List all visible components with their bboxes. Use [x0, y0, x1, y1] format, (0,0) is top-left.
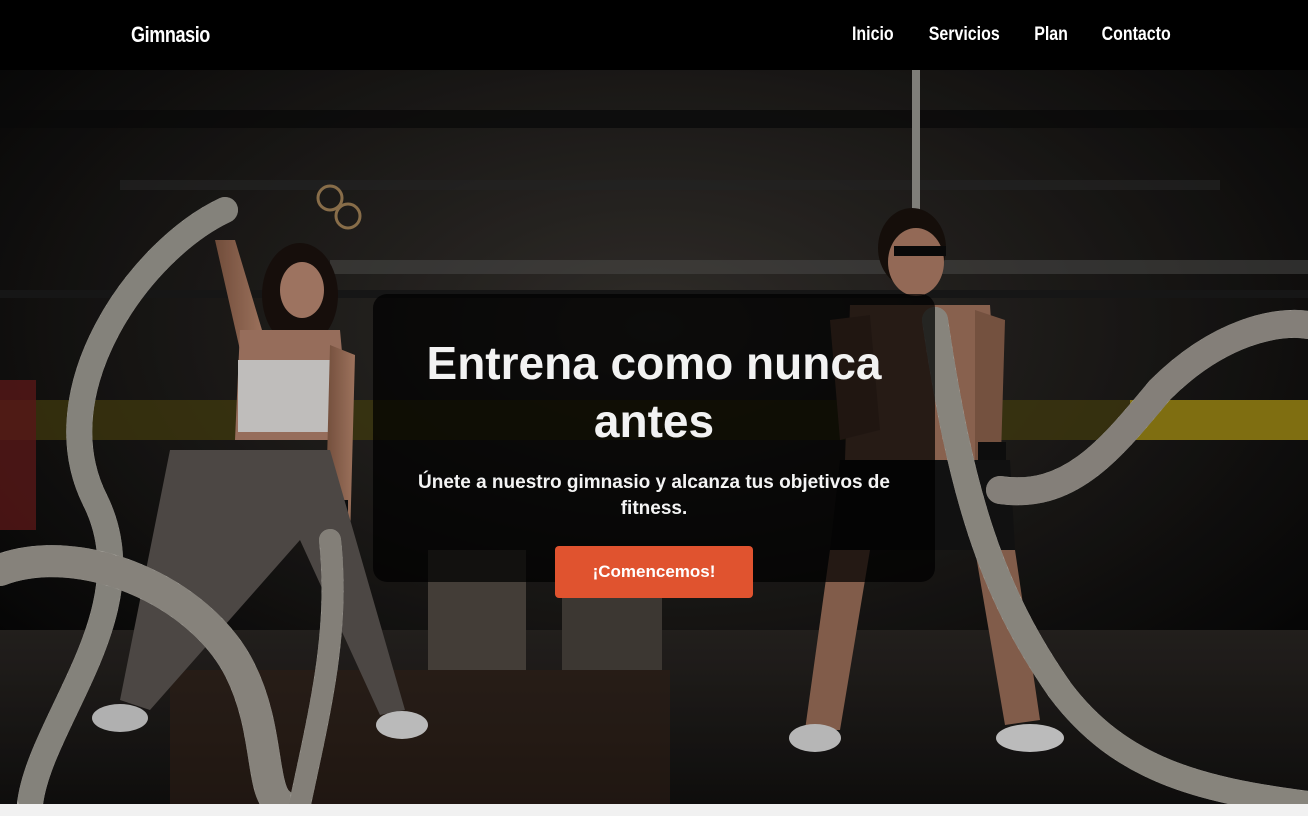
- nav-link-contacto[interactable]: Contacto: [1101, 24, 1170, 46]
- nav-menu: Inicio Servicios Plan Contacto: [848, 0, 1177, 70]
- hero-title: Entrena como nunca antes: [426, 337, 882, 447]
- top-navbar: Gimnasio Inicio Servicios Plan Contacto: [0, 0, 1308, 70]
- page-bottom-strip: [0, 804, 1308, 816]
- get-started-button[interactable]: ¡Comencemos!: [555, 546, 753, 598]
- brand-logo[interactable]: Gimnasio: [131, 0, 210, 70]
- nav-link-servicios[interactable]: Servicios: [929, 24, 1000, 46]
- hero-subtitle: Únete a nuestro gimnasio y alcanza tus o…: [418, 472, 890, 519]
- nav-link-inicio[interactable]: Inicio: [852, 24, 894, 46]
- nav-link-plan[interactable]: Plan: [1034, 24, 1068, 46]
- hero-section: Entrena como nunca antes Únete a nuestro…: [0, 70, 1308, 804]
